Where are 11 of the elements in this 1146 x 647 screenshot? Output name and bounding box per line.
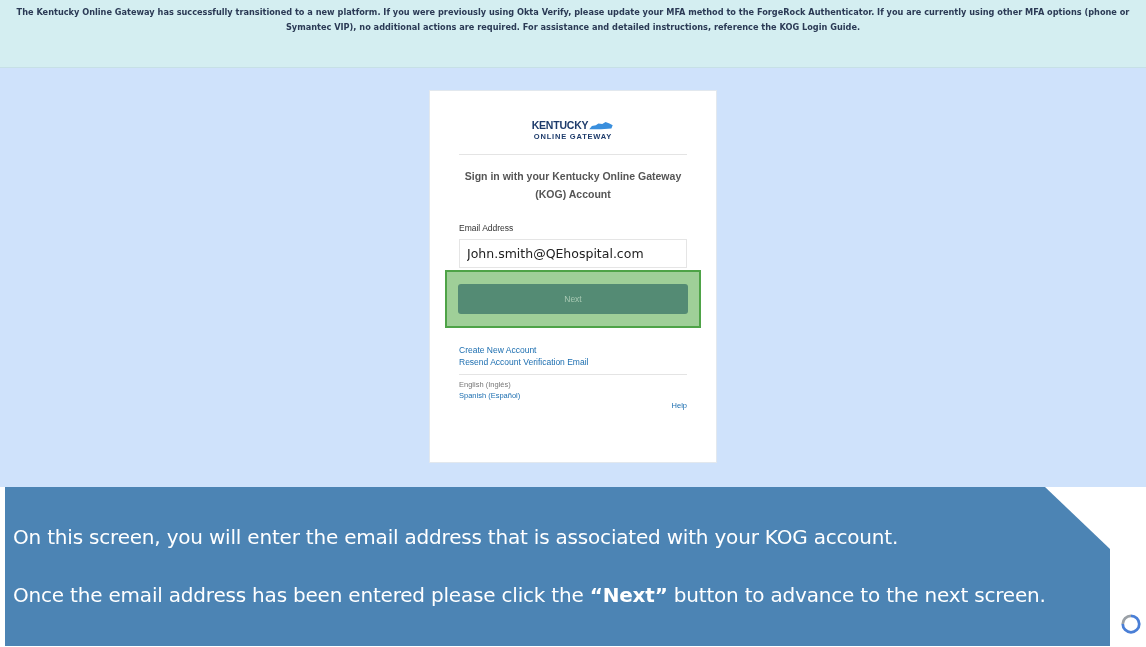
account-link[interactable]: Resend Account Verification Email [459,356,687,368]
email-label: Email Address [459,223,515,233]
recaptcha-icon [1120,613,1142,635]
account-link[interactable]: Create New Account [459,344,687,356]
callout-text: Once the email address has been entered please click the “Next” button to advance to the next screen. [13,583,1047,607]
notice-text: The Kentucky Online Gateway has successfully transitioned to a new platform. If you were previously using Okta Verify, please update your MFA method to the ForgeRock Authenticator. If you are currently using other MFA options (phone or Symantec VIP), no additional actions are required. For assistance and detailed instructions, reference the KOG Login Guide. [15,6,1131,34]
email-field[interactable]: John.smith@QEhospital.com [459,239,687,268]
state-shape-icon [588,121,615,131]
logo-title: KENTUCKY [531,119,589,131]
sign-in-heading: Sign in with your Kentucky Online Gateway (KOG) Account [463,169,683,202]
callout-text: On this screen, you will enter the email address that is associated with your KOG account. [13,525,900,549]
